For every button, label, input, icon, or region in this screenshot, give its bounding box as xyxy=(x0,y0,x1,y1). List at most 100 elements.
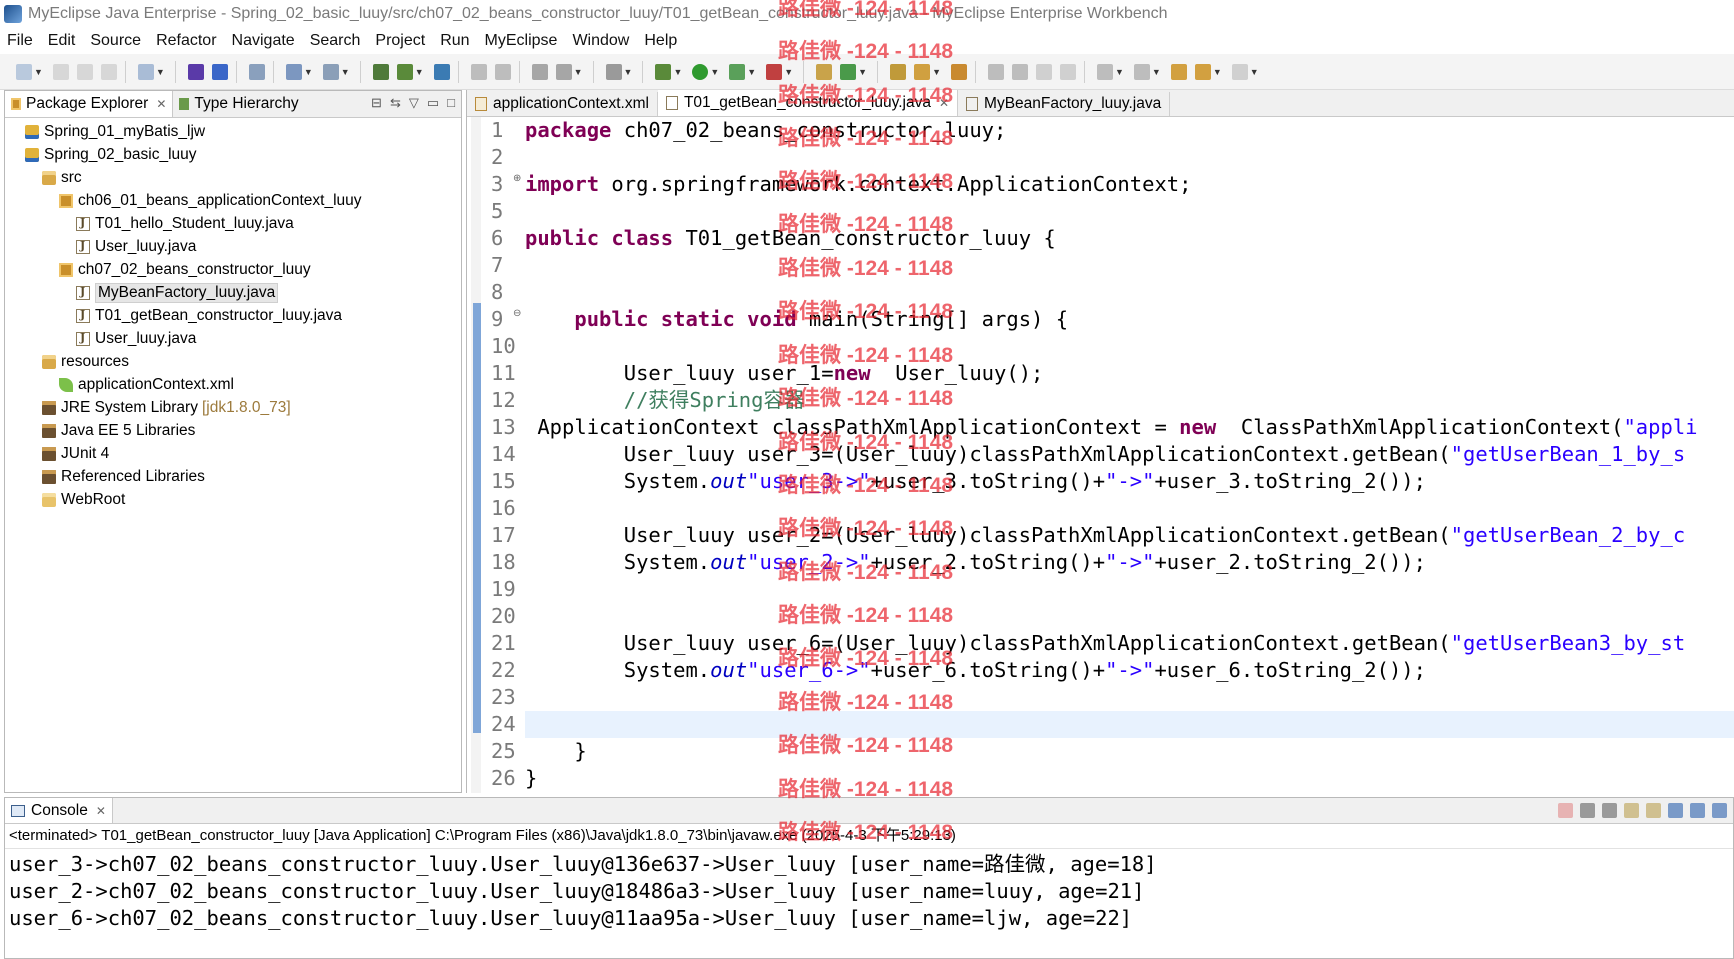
server-icon[interactable] xyxy=(211,63,228,80)
chevron-down-icon[interactable]: ▼ xyxy=(415,67,424,77)
network-icon[interactable] xyxy=(555,63,572,80)
terminate-icon[interactable] xyxy=(1558,803,1573,818)
sync-icon[interactable] xyxy=(494,63,511,80)
globe-icon[interactable] xyxy=(433,63,450,80)
open-type-icon[interactable] xyxy=(248,63,265,80)
run-icon[interactable] xyxy=(692,63,709,80)
search-icon[interactable] xyxy=(950,63,967,80)
open-folder-icon[interactable] xyxy=(890,63,907,80)
debug-icon[interactable] xyxy=(655,63,672,80)
tree-item[interactable]: T01_getBean_constructor_luuy.java xyxy=(5,304,461,327)
menu-myeclipse[interactable]: MyEclipse xyxy=(478,32,566,50)
close-icon[interactable]: ✕ xyxy=(156,97,166,111)
chevron-down-icon[interactable]: ▼ xyxy=(1115,67,1124,77)
save-icon[interactable] xyxy=(52,63,69,80)
tree-item[interactable]: Referenced Libraries xyxy=(5,465,461,488)
fold-expand-icon[interactable]: ⊕ xyxy=(513,173,521,184)
settings-icon[interactable] xyxy=(531,63,548,80)
browser-icon[interactable] xyxy=(322,63,339,80)
editor-tab[interactable]: applicationContext.xml xyxy=(467,92,658,116)
tree-item[interactable]: ch07_02_beans_constructor_luuy xyxy=(5,258,461,281)
launch-icon[interactable] xyxy=(285,63,302,80)
chevron-down-icon[interactable]: ▼ xyxy=(1152,67,1161,77)
block-selection-icon[interactable] xyxy=(1035,63,1052,80)
tab-console[interactable]: Console ✕ xyxy=(5,798,113,823)
new-java-project-icon[interactable] xyxy=(816,63,833,80)
tree-item[interactable]: WebRoot xyxy=(5,488,461,511)
menu-help[interactable]: Help xyxy=(637,32,685,50)
menu-window[interactable]: Window xyxy=(565,32,637,50)
refresh-icon[interactable] xyxy=(470,63,487,80)
editor-tab[interactable]: T01_getBean_constructor_luuy.java ✕ xyxy=(657,90,959,116)
menu-edit[interactable]: Edit xyxy=(41,32,84,50)
link-with-editor-icon[interactable]: ⇆ xyxy=(390,95,401,111)
tree-item[interactable]: ch06_01_beans_applicationContext_luuy xyxy=(5,189,461,212)
menu-search[interactable]: Search xyxy=(303,32,369,50)
chevron-down-icon[interactable]: ▼ xyxy=(1213,67,1222,77)
print-icon[interactable] xyxy=(100,63,117,80)
tree-item[interactable]: resources xyxy=(5,350,461,373)
tree-item[interactable]: User_luuy.java xyxy=(5,235,461,258)
tree-item[interactable]: Spring_01_myBatis_ljw xyxy=(5,120,461,143)
chevron-down-icon[interactable]: ▼ xyxy=(784,67,793,77)
chevron-down-icon[interactable]: ▼ xyxy=(710,67,719,77)
chevron-down-icon[interactable]: ▼ xyxy=(858,67,867,77)
new-java-class-icon[interactable] xyxy=(840,63,857,80)
new-class-icon[interactable] xyxy=(372,63,389,80)
close-icon[interactable]: ✕ xyxy=(96,804,106,818)
menu-run[interactable]: Run xyxy=(433,32,477,50)
fold-collapse-icon[interactable]: ⊖ xyxy=(513,308,521,319)
editor-tab[interactable]: MyBeanFactory_luuy.java xyxy=(958,92,1171,116)
tree-item[interactable]: JUnit 4 xyxy=(5,442,461,465)
display-console-icon[interactable] xyxy=(1690,803,1705,818)
pin-console-icon[interactable] xyxy=(1668,803,1683,818)
close-icon[interactable]: ✕ xyxy=(939,96,949,110)
code-area[interactable]: package ch07_02_beans_constructor_luuy; … xyxy=(525,117,1734,792)
last-edit-icon[interactable] xyxy=(1170,63,1187,80)
menu-refactor[interactable]: Refactor xyxy=(149,32,224,50)
toggle-breadcrumb-icon[interactable] xyxy=(987,63,1004,80)
tree-item[interactable]: MyBeanFactory_luuy.java xyxy=(5,281,461,304)
menu-file[interactable]: File xyxy=(0,32,41,50)
chevron-down-icon[interactable]: ▼ xyxy=(304,67,313,77)
tree-item[interactable]: T01_hello_Student_luuy.java xyxy=(5,212,461,235)
previous-annotation-icon[interactable] xyxy=(1133,63,1150,80)
chevron-down-icon[interactable]: ▼ xyxy=(34,67,43,77)
tree-item[interactable]: applicationContext.xml xyxy=(5,373,461,396)
highlight-icon[interactable] xyxy=(1011,63,1028,80)
menu-navigate[interactable]: Navigate xyxy=(225,32,303,50)
chevron-down-icon[interactable]: ▼ xyxy=(932,67,941,77)
whitespace-icon[interactable] xyxy=(1059,63,1076,80)
tree-item[interactable]: User_luuy.java xyxy=(5,327,461,350)
menu-source[interactable]: Source xyxy=(83,32,149,50)
new-package-icon[interactable] xyxy=(396,63,413,80)
chevron-down-icon[interactable]: ▼ xyxy=(673,67,682,77)
minimize-icon[interactable]: ▭ xyxy=(427,95,439,111)
open-task-icon[interactable] xyxy=(914,63,931,80)
tab-package-explorer[interactable]: Package Explorer ✕ xyxy=(5,91,174,117)
chevron-down-icon[interactable]: ▼ xyxy=(747,67,756,77)
open-console-icon[interactable] xyxy=(1712,803,1727,818)
view-menu-icon[interactable]: ▽ xyxy=(409,95,419,111)
chevron-down-icon[interactable]: ▼ xyxy=(156,67,165,77)
next-annotation-icon[interactable] xyxy=(1096,63,1113,80)
deploy-icon[interactable] xyxy=(187,63,204,80)
external-tools-icon[interactable] xyxy=(766,63,783,80)
tree-item[interactable]: Java EE 5 Libraries xyxy=(5,419,461,442)
chevron-down-icon[interactable]: ▼ xyxy=(624,67,633,77)
chevron-down-icon[interactable]: ▼ xyxy=(574,67,583,77)
tree-item[interactable]: JRE System Library [jdk1.8.0_73] xyxy=(5,396,461,419)
tree-item[interactable]: Spring_02_basic_luuy xyxy=(5,143,461,166)
collapse-all-icon[interactable]: ⊟ xyxy=(371,95,382,111)
remove-launch-icon[interactable] xyxy=(1580,803,1595,818)
menu-project[interactable]: Project xyxy=(368,32,433,50)
new-wizard-icon[interactable] xyxy=(137,63,154,80)
forward-icon[interactable] xyxy=(1231,63,1248,80)
clear-console-icon[interactable] xyxy=(1624,803,1639,818)
save-all-icon[interactable] xyxy=(76,63,93,80)
tab-type-hierarchy[interactable]: Type Hierarchy xyxy=(173,91,304,117)
back-icon[interactable] xyxy=(1194,63,1211,80)
maximize-icon[interactable]: □ xyxy=(447,95,455,111)
coverage-icon[interactable] xyxy=(729,63,746,80)
remove-all-icon[interactable] xyxy=(1602,803,1617,818)
